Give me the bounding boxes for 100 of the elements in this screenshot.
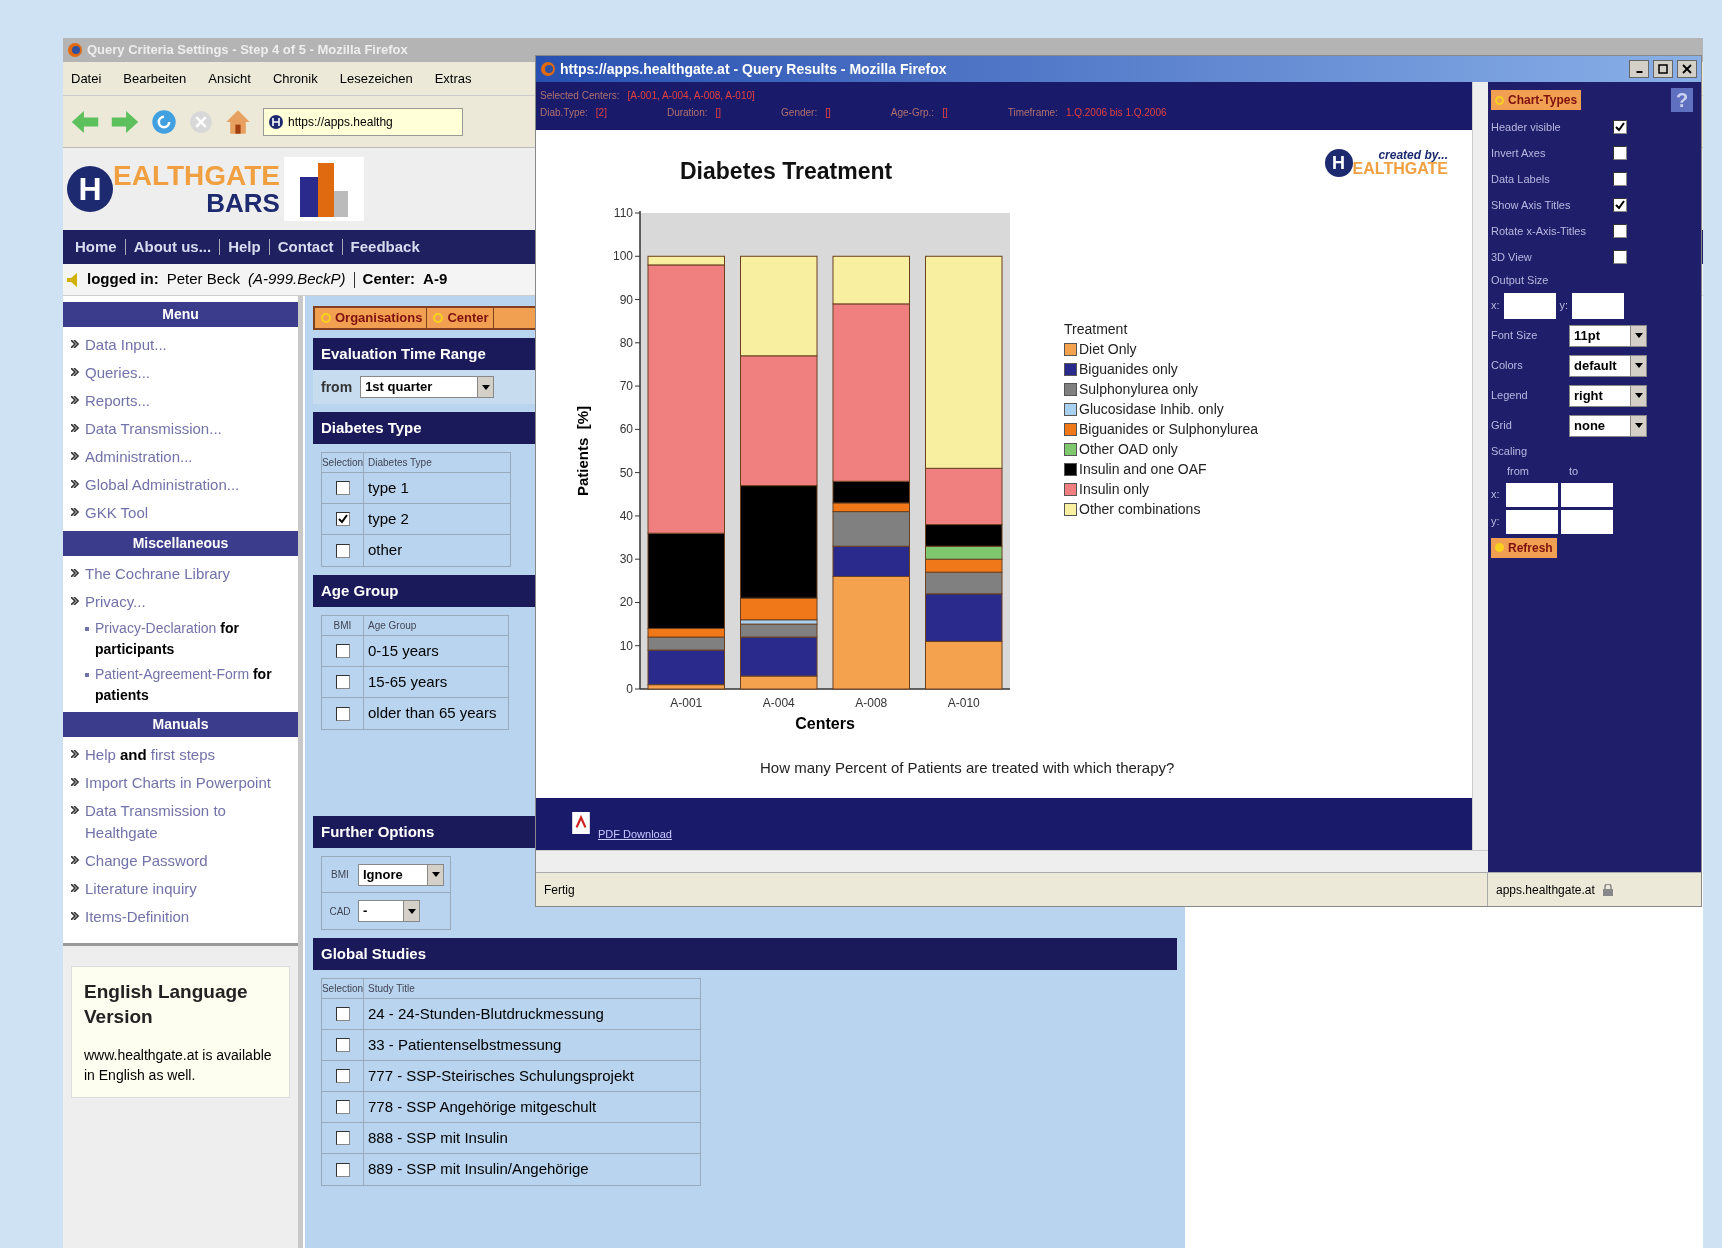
input-field[interactable] <box>1572 292 1625 319</box>
menu-item[interactable]: Datei <box>71 68 102 89</box>
filter-value: [] <box>825 106 831 120</box>
checkbox[interactable] <box>1613 146 1627 160</box>
table-cell-text: 889 - SSP mit Insulin/Angehörige <box>367 1159 590 1180</box>
table-cell-text: 778 - SSP Angehörige mitgeschult <box>367 1096 598 1117</box>
field-label: BMI <box>330 868 350 882</box>
refresh-button[interactable]: Refresh <box>1491 537 1557 558</box>
checkbox[interactable] <box>335 481 350 495</box>
tick-label: 30 <box>619 551 633 566</box>
option-select[interactable]: none <box>1569 414 1647 437</box>
sidebar-link[interactable]: GKK Tool <box>85 502 149 524</box>
sidebar-link[interactable]: Literature inquiry <box>85 878 197 900</box>
maximize-button[interactable] <box>1653 60 1673 78</box>
menu-item[interactable]: Bearbeiten <box>123 68 187 89</box>
site-icon <box>268 113 284 130</box>
legend-label: Insulin only <box>1079 480 1150 499</box>
caret-icon <box>1634 363 1643 368</box>
chevron-icon <box>71 884 79 892</box>
sidebar-link[interactable]: Privacy... <box>85 591 146 613</box>
bullet-icon <box>85 673 89 677</box>
sidebar-link[interactable]: Change Password <box>85 850 208 872</box>
legend-label: Insulin and one OAF <box>1079 460 1207 479</box>
sidebar-link[interactable]: Administration... <box>85 446 193 468</box>
checkbox[interactable] <box>1613 120 1627 134</box>
tab[interactable]: Organisations <box>317 308 428 328</box>
menu-item[interactable]: Chronik <box>272 68 318 89</box>
checkbox[interactable] <box>335 1007 350 1021</box>
close-icon <box>1682 64 1692 74</box>
checkbox[interactable] <box>335 1069 350 1083</box>
table-cell-text: type 1 <box>367 477 410 498</box>
column-header: Diabetes Type <box>367 456 433 470</box>
window-title: Query Criteria Settings - Step 4 of 5 - Mozilla Firefox <box>87 41 408 60</box>
sidebar-link[interactable]: Global Administration... <box>85 474 240 496</box>
checkbox[interactable] <box>335 1162 350 1177</box>
checkbox[interactable] <box>1613 172 1627 186</box>
option-select[interactable]: - <box>358 900 420 922</box>
input-field[interactable] <box>1506 482 1558 507</box>
menu-item[interactable]: Extras <box>434 68 472 89</box>
checkbox[interactable] <box>335 1131 350 1145</box>
checkbox[interactable] <box>335 512 350 526</box>
checkbox[interactable] <box>335 1038 350 1052</box>
checkbox[interactable] <box>335 1100 350 1114</box>
checkbox[interactable] <box>335 706 350 721</box>
input-field[interactable] <box>1561 509 1613 534</box>
option-select[interactable]: right <box>1569 384 1647 407</box>
home-icon[interactable] <box>225 108 251 135</box>
tick-label: 40 <box>619 508 633 523</box>
sidebar-link[interactable]: Items-Definition <box>85 906 190 928</box>
nav-link[interactable]: About us... <box>133 235 212 259</box>
caret-icon <box>431 872 440 877</box>
pdf-download-link[interactable]: PDF Download <box>598 825 672 842</box>
menu-item[interactable]: Lesezeichen <box>339 68 413 89</box>
checkbox[interactable] <box>1613 250 1627 264</box>
nav-link[interactable]: Feedback <box>350 235 420 259</box>
close-button[interactable] <box>1677 60 1697 78</box>
sidebar-link[interactable]: Patient-Agreement-Form for patients <box>95 664 294 706</box>
input-field[interactable] <box>1506 509 1558 534</box>
nav-link[interactable]: Contact <box>277 235 334 259</box>
sidebar-header: Menu <box>63 302 298 327</box>
checkbox[interactable] <box>335 644 350 658</box>
maximize-icon <box>1658 64 1668 74</box>
quarter-select[interactable]: 1st quarter <box>360 376 495 398</box>
legend-label: Sulphonylurea only <box>1079 380 1199 399</box>
checkbox[interactable] <box>335 675 350 689</box>
chart-types-button[interactable]: Chart-Types <box>1491 90 1582 110</box>
sidebar-link[interactable]: Data Transmission... <box>85 418 222 440</box>
window-title: https://apps.healthgate.at - Query Results - Mozilla Firefox <box>560 59 948 79</box>
vertical-scrollbar[interactable] <box>1472 82 1488 850</box>
browser-logo-icon <box>67 42 83 58</box>
nav-link[interactable]: Help <box>228 235 261 259</box>
checkbox[interactable] <box>335 543 350 558</box>
minimize-button[interactable] <box>1629 60 1649 78</box>
nav-link[interactable]: Home <box>75 235 117 259</box>
address-field[interactable]: https://apps.healthg <box>263 107 463 136</box>
input-field[interactable] <box>1561 482 1613 507</box>
sidebar-link[interactable]: Data Transmission to Healthgate <box>85 800 290 844</box>
chevron-icon <box>71 569 79 577</box>
checkbox[interactable] <box>1613 198 1627 212</box>
horizontal-scrollbar[interactable] <box>536 850 1488 872</box>
table-cell-text: 0-15 years <box>367 640 440 661</box>
sidebar-link[interactable]: Data Input... <box>85 334 167 356</box>
sidebar-link[interactable]: Help and first steps <box>85 744 216 766</box>
caret-icon <box>407 908 416 914</box>
menu-item[interactable]: Ansicht <box>208 68 251 89</box>
reload-icon[interactable] <box>151 108 177 135</box>
sidebar-link[interactable]: Reports... <box>85 390 151 412</box>
chevron-icon <box>71 480 79 488</box>
input-field[interactable] <box>1503 292 1556 319</box>
option-select[interactable]: Ignore <box>358 863 444 886</box>
tick-label: 20 <box>619 594 633 609</box>
caret-icon <box>1634 393 1643 398</box>
sidebar-link[interactable]: The Cochrane Library <box>85 563 231 585</box>
tab[interactable]: Center <box>429 308 494 328</box>
logo-caption: created by... <box>1378 149 1448 162</box>
option-select[interactable]: 11pt <box>1569 324 1647 347</box>
checkbox[interactable] <box>1613 224 1627 238</box>
option-select[interactable]: default <box>1569 354 1647 377</box>
sidebar-link[interactable]: Import Charts in Powerpoint <box>85 772 271 794</box>
sidebar-link[interactable]: Queries... <box>85 362 151 384</box>
